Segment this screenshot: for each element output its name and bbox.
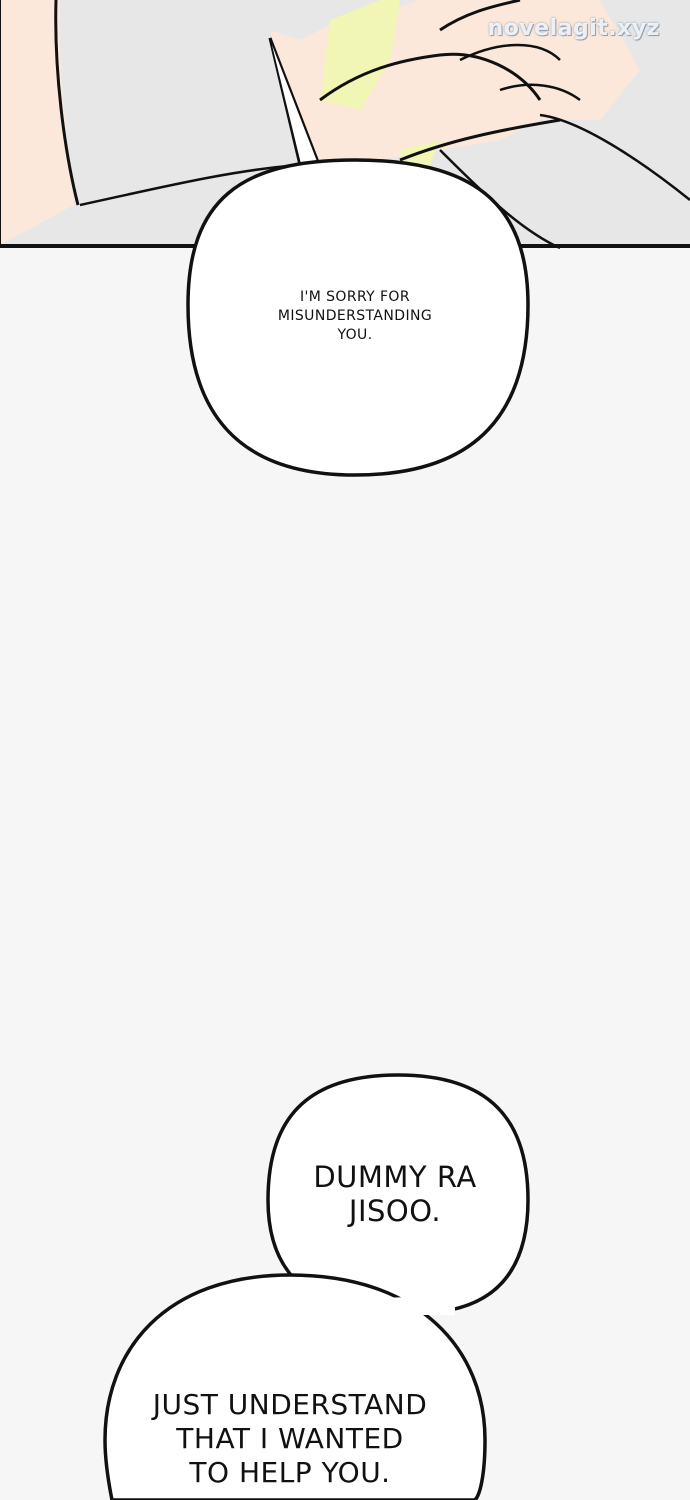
bubble-2-text: DUMMY RA JISOO. [313, 1160, 477, 1228]
bubbles-layer [103, 37, 530, 1500]
bubble-3-text: JUST UNDERSTAND THAT I WANTED TO HELP YO… [152, 1388, 428, 1489]
comic-page: novelagit.xyz I'M SORRY FOR MISUNDERSTAN… [0, 0, 690, 1500]
bubble-1-text: I'M SORRY FOR MISUNDERSTANDING YOU. [277, 289, 433, 343]
